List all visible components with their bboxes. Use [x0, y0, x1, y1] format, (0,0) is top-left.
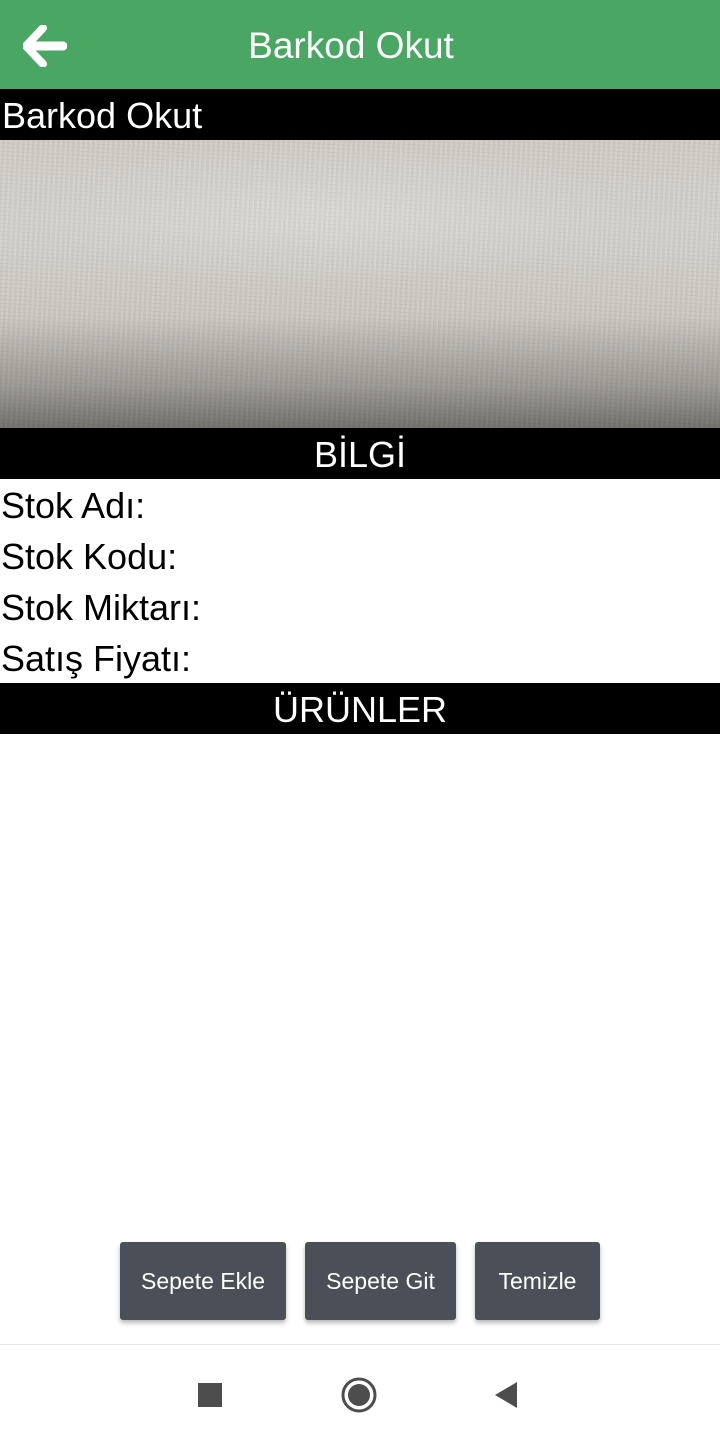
circle-home-icon [341, 1377, 377, 1413]
nav-back-button[interactable] [484, 1373, 528, 1417]
square-recents-icon [198, 1383, 222, 1407]
clear-button[interactable]: Temizle [475, 1242, 600, 1320]
stock-code-label: Stok Kodu: [1, 536, 178, 577]
sale-price-label: Satış Fiyatı: [1, 638, 192, 679]
camera-shade [0, 318, 720, 428]
stock-quantity-label: Stok Miktarı: [1, 587, 202, 628]
sale-price-row: Satış Fiyatı: [1, 632, 720, 683]
camera-preview[interactable] [0, 140, 720, 428]
info-section-header: BİLGİ [0, 428, 720, 479]
scanner-header: Barkod Okut [0, 89, 720, 140]
app-bar: Barkod Okut [0, 0, 720, 89]
product-list[interactable] [0, 734, 720, 1230]
home-button[interactable] [337, 1373, 381, 1417]
system-nav-bar [0, 1344, 720, 1440]
go-to-cart-button[interactable]: Sepete Git [305, 1242, 456, 1320]
stock-quantity-row: Stok Miktarı: [1, 581, 720, 632]
add-to-cart-button[interactable]: Sepete Ekle [120, 1242, 286, 1320]
products-section-header: ÜRÜNLER [0, 683, 720, 734]
stock-code-row: Stok Kodu: [1, 530, 720, 581]
recents-button[interactable] [188, 1373, 232, 1417]
page-title: Barkod Okut [248, 25, 454, 66]
stock-name-label: Stok Adı: [1, 485, 146, 526]
stock-name-row: Stok Adı: [1, 479, 720, 530]
triangle-back-icon [495, 1382, 517, 1408]
